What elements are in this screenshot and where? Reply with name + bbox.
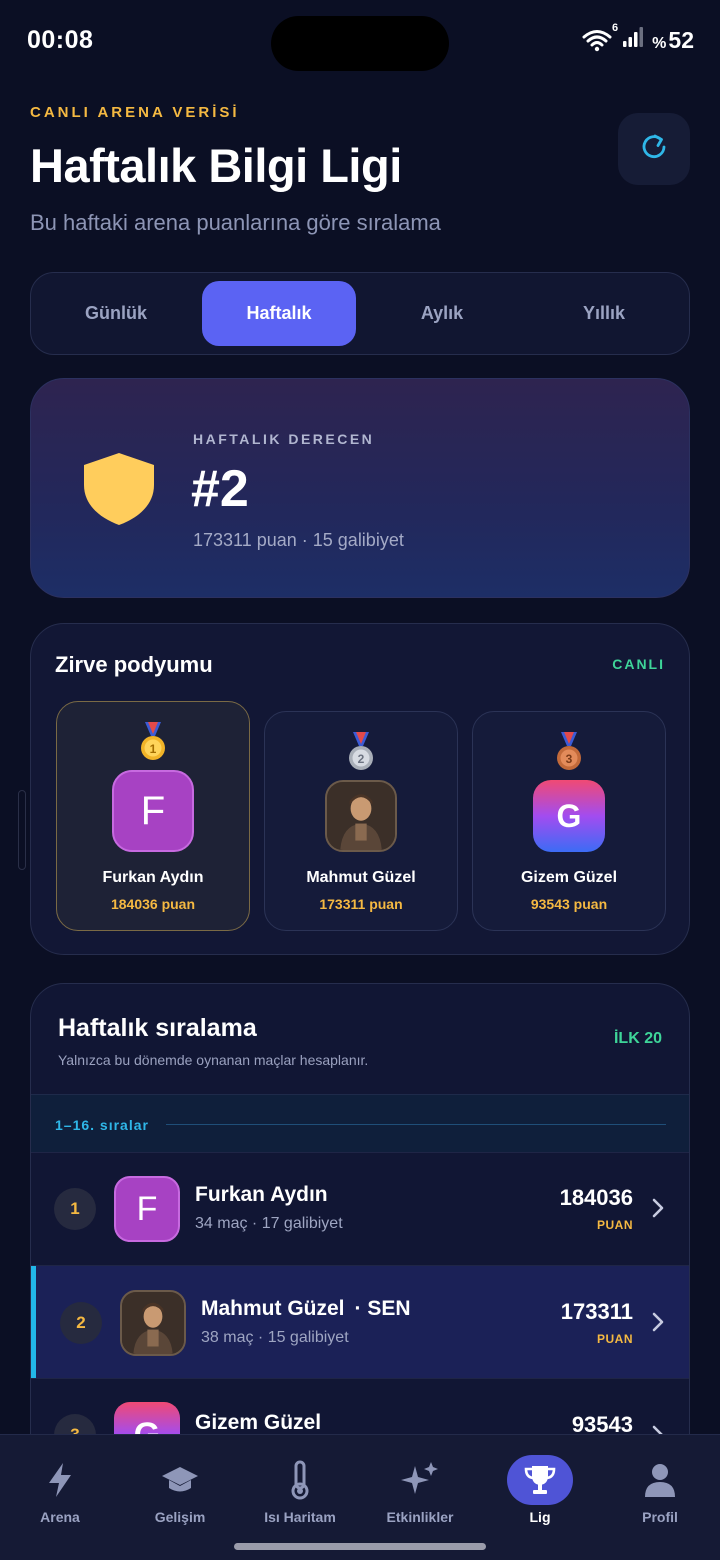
bronze-medal-icon: 3: [555, 732, 583, 777]
dynamic-island: [271, 16, 449, 71]
podium-card: Zirve podyumu CANLI 1 F Furkan Aydın 184…: [30, 623, 690, 955]
user-icon: [627, 1455, 693, 1505]
podium-title: Zirve podyumu: [55, 652, 213, 677]
home-indicator[interactable]: [234, 1543, 486, 1550]
nav-league[interactable]: Lig: [480, 1447, 600, 1537]
player-meta: 34 maç · 17 galibiyet: [195, 1215, 343, 1232]
svg-text:2: 2: [358, 752, 365, 766]
current-user-tag: · SEN: [354, 1297, 411, 1320]
nav-profile[interactable]: Profil: [600, 1447, 720, 1537]
avatar: G: [533, 780, 605, 852]
section-divider: [166, 1124, 666, 1125]
wifi-badge: 6: [612, 22, 619, 34]
status-clock: 00:08: [27, 26, 94, 54]
tab-daily[interactable]: Günlük: [39, 281, 193, 346]
svg-text:1: 1: [150, 742, 157, 756]
player-meta: 38 maç · 15 galibiyet: [201, 1329, 349, 1346]
wifi-icon: 6: [582, 22, 618, 52]
top-badge: İLK 20: [613, 1030, 662, 1047]
nav-gelisim[interactable]: Gelişim: [120, 1447, 240, 1537]
rank-eyebrow: HAFTALIK DERECEN: [193, 431, 375, 447]
battery-level: %52: [652, 26, 694, 53]
refresh-button[interactable]: [618, 113, 690, 185]
tab-yearly[interactable]: Yıllık: [527, 281, 681, 346]
nav-label: Lig: [529, 1509, 551, 1525]
nav-label: Profil: [642, 1509, 678, 1525]
player-score: 184036: [559, 1185, 633, 1210]
graduation-cap-icon: [147, 1455, 213, 1505]
header-eyebrow: CANLI ARENA VERİSİ: [30, 104, 240, 121]
podium-score: 173311 puan: [319, 896, 403, 912]
page-title: Haftalık Bilgi Ligi: [30, 139, 402, 192]
nav-label: Isı Haritam: [264, 1509, 336, 1525]
player-name: Mahmut Güzel · SEN: [201, 1297, 411, 1320]
nav-label: Etkinlikler: [386, 1509, 454, 1525]
svg-text:3: 3: [566, 752, 573, 766]
trophy-icon: [507, 1455, 573, 1505]
podium-entry-third[interactable]: 3 G Gizem Güzel 93543 puan: [472, 711, 666, 931]
thermometer-icon: [267, 1455, 333, 1505]
table-row[interactable]: 1 F Furkan Aydın 34 maç · 17 galibiyet 1…: [31, 1152, 689, 1265]
table-row-current-user[interactable]: 2 Mahmut Güzel · SEN 38 maç · 15 galibiye…: [31, 1265, 689, 1378]
status-bar: 00:08 6 %52: [0, 0, 720, 82]
score-unit: PUAN: [596, 1218, 633, 1232]
podium-name: Gizem Güzel: [520, 869, 618, 886]
chevron-right-icon: [651, 1197, 665, 1224]
chevron-right-icon: [651, 1311, 665, 1338]
player-score: 173311: [560, 1299, 633, 1324]
podium-name: Furkan Aydın: [102, 869, 204, 886]
ranking-card: Haftalık sıralama Yalnızca bu dönemde oy…: [30, 983, 690, 1453]
player-name: Gizem Güzel: [195, 1411, 322, 1434]
podium-score: 184036 puan: [110, 896, 196, 912]
nav-arena[interactable]: Arena: [0, 1447, 120, 1537]
section-header: 1–16. sıralar: [31, 1094, 689, 1152]
ranking-subtitle: Yalnızca bu dönemde oynanan maçlar hesap…: [58, 1052, 369, 1068]
avatar-photo: [325, 780, 397, 852]
rank-meta: 173311 puan · 15 galibiyet: [193, 530, 404, 550]
signal-icon: [622, 26, 644, 54]
sparkles-icon: [387, 1455, 453, 1505]
rank-number: 2: [60, 1302, 102, 1344]
tab-monthly[interactable]: Aylık: [365, 281, 519, 346]
nav-heatmap[interactable]: Isı Haritam: [240, 1447, 360, 1537]
podium-entry-second[interactable]: 2 Mahmut Güzel 173311 puan: [264, 711, 458, 931]
section-label: 1–16. sıralar: [55, 1117, 149, 1133]
podium-entry-first[interactable]: 1 F Furkan Aydın 184036 puan: [56, 701, 250, 931]
shield-icon: [81, 451, 157, 532]
avatar: F: [112, 770, 194, 852]
live-badge: CANLI: [612, 656, 665, 672]
silver-medal-icon: 2: [347, 732, 375, 777]
rank-number: 1: [54, 1188, 96, 1230]
ranking-title: Haftalık sıralama: [58, 1014, 257, 1042]
score-unit: PUAN: [596, 1332, 633, 1346]
rank-value: #2: [191, 460, 249, 518]
tab-weekly[interactable]: Haftalık: [202, 281, 356, 346]
bolt-icon: [27, 1455, 93, 1505]
nav-events[interactable]: Etkinlikler: [360, 1447, 480, 1537]
podium-name: Mahmut Güzel: [306, 869, 416, 886]
refresh-icon: [639, 132, 669, 167]
period-tabs: Günlük Haftalık Aylık Yıllık: [30, 272, 690, 355]
status-indicators: 6 %52: [582, 22, 694, 54]
podium-score: 93543 puan: [530, 896, 608, 912]
gold-medal-icon: 1: [139, 722, 167, 767]
weekly-rank-card: HAFTALIK DERECEN #2 173311 puan · 15 gal…: [30, 378, 690, 598]
player-name: Furkan Aydın: [195, 1183, 328, 1206]
avatar-photo: [120, 1290, 186, 1356]
bottom-nav: Arena Gelişim Isı Haritam Etkinlikler Li…: [0, 1434, 720, 1560]
nav-label: Arena: [40, 1509, 80, 1525]
page-subtitle: Bu haftaki arena puanlarına göre sıralam…: [30, 210, 441, 235]
nav-label: Gelişim: [154, 1509, 206, 1525]
side-edge-handle: [18, 790, 26, 870]
avatar: F: [114, 1176, 180, 1242]
